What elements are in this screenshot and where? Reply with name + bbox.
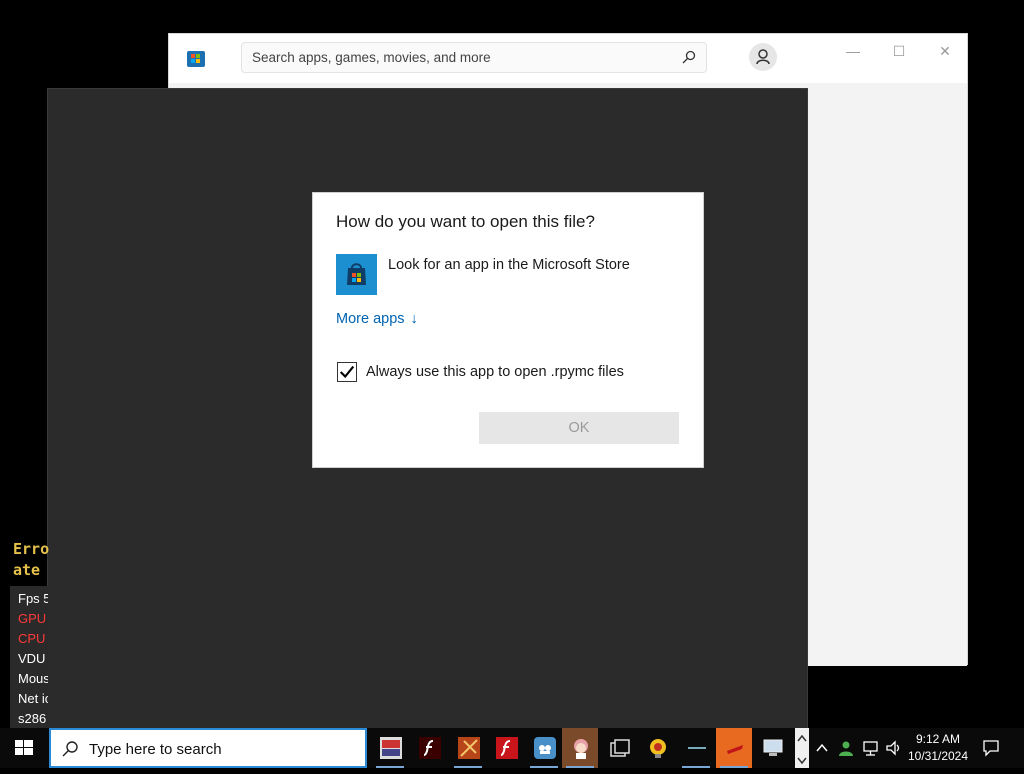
- network-icon[interactable]: [862, 739, 880, 757]
- microsoft-store-app-tile: [336, 254, 377, 295]
- store-titlebar: — ☐ ✕: [169, 34, 967, 83]
- microsoft-store-icon: [347, 263, 366, 285]
- store-search-input[interactable]: [242, 43, 682, 72]
- chevron-down-icon[interactable]: [795, 751, 809, 771]
- store-option-label: Look for an app in the Microsoft Store: [388, 257, 630, 273]
- dialog-title: How do you want to open this file?: [336, 212, 595, 231]
- game-icon: [458, 737, 480, 759]
- user-icon: [756, 49, 770, 65]
- person-status-icon[interactable]: [838, 739, 856, 757]
- taskbar-app[interactable]: [716, 728, 752, 768]
- checkmark-icon: [339, 365, 355, 379]
- taskbar-search-box[interactable]: Type here to search: [49, 728, 367, 768]
- more-apps-label: More apps: [336, 311, 405, 327]
- performance-stats-panel: Fps 5 GPU CPU VDU Mous Net ic s286: [10, 586, 48, 728]
- anime-character-icon: [574, 739, 588, 759]
- taskbar-app[interactable]: [754, 728, 790, 768]
- photo-viewer-icon: [380, 737, 402, 759]
- store-search-box[interactable]: [241, 42, 707, 73]
- stat-fps: Fps 5: [18, 591, 48, 606]
- flash-icon: [419, 737, 441, 759]
- taskbar: Type here to search 9:12 AM 10/31/2024: [0, 728, 1024, 768]
- taskbar-search-placeholder: Type here to search: [89, 741, 222, 758]
- red-app-icon: [727, 745, 743, 754]
- error-text-line: Erro: [13, 540, 50, 558]
- volume-icon[interactable]: [885, 739, 903, 757]
- always-use-checkbox[interactable]: [337, 362, 357, 382]
- taskbar-app[interactable]: [678, 728, 714, 768]
- taskbar-app[interactable]: [639, 728, 675, 768]
- microsoft-store-icon[interactable]: [187, 49, 205, 67]
- stat-vdu: VDU: [18, 651, 46, 666]
- taskbar-app[interactable]: [450, 728, 486, 768]
- flash-icon: [496, 737, 518, 759]
- taskbar-app[interactable]: [372, 728, 408, 768]
- windows-logo-icon: [15, 740, 33, 755]
- stat-gpu: GPU: [18, 611, 47, 626]
- stat-mouse: Mous: [18, 671, 48, 686]
- search-icon: [62, 741, 78, 757]
- taskbar-app-active[interactable]: [562, 728, 598, 768]
- store-app-option[interactable]: Look for an app in the Microsoft Store: [336, 254, 676, 296]
- account-button[interactable]: [749, 43, 777, 71]
- error-text-line: ate: [13, 561, 41, 579]
- more-apps-link[interactable]: More apps ↓: [336, 311, 418, 327]
- taskbar-app[interactable]: [488, 728, 524, 768]
- clock-date[interactable]: 10/31/2024: [906, 749, 970, 763]
- close-button[interactable]: ✕: [930, 42, 960, 60]
- search-icon[interactable]: [682, 50, 696, 64]
- clock-time[interactable]: 9:12 AM: [906, 732, 970, 746]
- always-use-label: Always use this app to open .rpymc files: [366, 364, 624, 380]
- computer-icon: [763, 739, 783, 756]
- taskbar-app[interactable]: [526, 728, 562, 768]
- task-view-icon: [610, 739, 630, 757]
- start-button[interactable]: [0, 728, 48, 768]
- stat-cpu: CPU: [18, 631, 46, 646]
- chevron-up-icon[interactable]: [795, 728, 809, 748]
- cloud-app-icon: [534, 737, 556, 759]
- notification-icon[interactable]: [982, 739, 1000, 757]
- open-with-dialog: How do you want to open this file? Look …: [312, 192, 704, 468]
- stat-s286: s286: [18, 711, 47, 726]
- arrow-down-icon: ↓: [410, 311, 418, 327]
- taskbar-app[interactable]: [601, 728, 637, 768]
- text-app-icon: [686, 737, 708, 759]
- maximize-button[interactable]: ☐: [884, 42, 914, 60]
- taskbar-app[interactable]: [411, 728, 447, 768]
- show-hidden-icons-icon[interactable]: [815, 741, 829, 755]
- minimize-button[interactable]: —: [838, 42, 868, 60]
- ok-button[interactable]: OK: [479, 412, 679, 444]
- gold-app-icon: [650, 739, 666, 758]
- taskbar-scroll[interactable]: [795, 728, 809, 768]
- stat-net: Net ic: [18, 691, 48, 706]
